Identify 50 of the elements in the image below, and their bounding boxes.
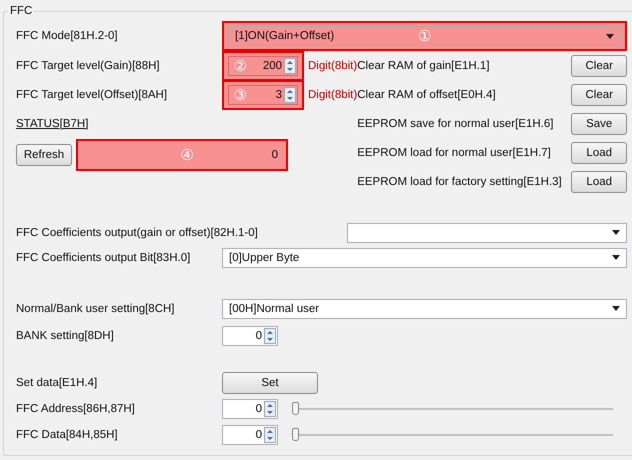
command-label: EEPROM load for factory setting[E1H.3] [357, 176, 563, 188]
field-label: FFC Target level(Gain)[88H] [16, 60, 161, 72]
command-label: EEPROM save for normal user[E1H.6] [357, 118, 554, 130]
refresh-button[interactable]: Refresh [16, 144, 72, 166]
spin-arrows-icon[interactable] [264, 401, 276, 417]
status-value: 0 [272, 149, 278, 161]
field-label: FFC Mode[81H.2-0] [16, 30, 119, 42]
dropdown-caret-icon [612, 306, 620, 311]
number-field[interactable]: 0 [222, 425, 278, 445]
field-label: BANK setting[8DH] [16, 330, 115, 342]
dropdown[interactable]: [00H]Normal user [222, 298, 628, 318]
dropdown[interactable] [347, 222, 628, 242]
group-title: FFC [9, 5, 34, 17]
slider-track[interactable] [292, 404, 614, 414]
command-button[interactable]: Save [571, 112, 628, 134]
dropdown-caret-icon [612, 255, 620, 260]
command-button[interactable]: Load [571, 170, 628, 192]
spin-arrows-icon[interactable] [264, 427, 276, 443]
callout-number: ③ [234, 86, 246, 104]
field-label: FFC Coefficients output(gain or offset)[82H.1-0] [16, 226, 259, 238]
callout-number: ② [234, 56, 246, 74]
field-label: FFC Coefficients output Bit[83H.0] [16, 252, 192, 264]
field-label: Normal/Bank user setting[8CH] [16, 302, 176, 314]
set-button[interactable]: Set [222, 372, 318, 394]
slider-thumb[interactable] [292, 402, 299, 415]
command-label: Clear RAM of gain[E1H.1] [357, 60, 491, 72]
field-label: Set data[E1H.4] [16, 377, 98, 389]
command-button[interactable]: Clear [571, 84, 628, 106]
spin-arrows-icon[interactable] [264, 328, 276, 344]
slider-thumb[interactable] [292, 428, 299, 441]
command-button[interactable]: Load [571, 142, 628, 164]
callout-number: ① [418, 27, 432, 45]
slider-track[interactable] [292, 430, 614, 440]
number-field[interactable]: 0 [222, 326, 278, 346]
command-label: EEPROM load for normal user[E1H.7] [357, 146, 552, 158]
field-label: FFC Target level(Offset)[8AH] [16, 88, 168, 100]
field-label: FFC Data[84H,85H] [16, 429, 119, 441]
dropdown-caret-icon [612, 230, 620, 235]
section-label: STATUS[B7H] [16, 118, 90, 130]
spin-arrows-icon[interactable] [284, 58, 296, 74]
callout-number: ④ [179, 146, 194, 164]
unit-label: Digit(8bit) [308, 60, 358, 72]
spin-arrows-icon[interactable] [284, 86, 296, 102]
number-field[interactable]: 0 [222, 399, 278, 419]
dropdown-caret-icon [606, 34, 614, 38]
command-button[interactable]: Clear [571, 54, 628, 76]
command-label: Clear RAM of offset[E0H.4] [357, 88, 497, 100]
dropdown[interactable]: [0]Upper Byte [222, 248, 628, 268]
field-label: FFC Address[86H,87H] [16, 403, 136, 415]
unit-label: Digit(8bit) [308, 88, 358, 100]
